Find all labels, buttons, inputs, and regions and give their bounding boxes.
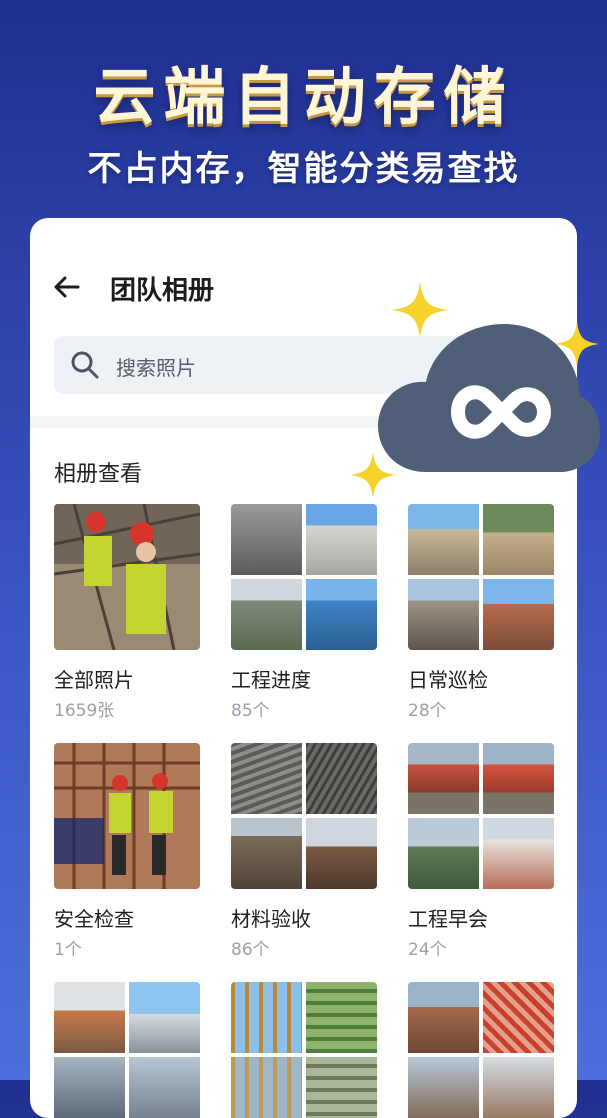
promo-headline: 云端自动存储	[93, 60, 514, 133]
promo-subheadline: 不占内存，智能分类易查找	[87, 149, 520, 189]
album-morning-meeting[interactable]: 工程早会 24个	[408, 743, 554, 963]
album-thumbnail	[231, 504, 377, 650]
search-placeholder: 搜索照片	[116, 356, 196, 380]
album-thumbnail	[231, 743, 377, 889]
album-name: 安全检查	[54, 907, 134, 931]
album-thumbnail	[231, 982, 377, 1118]
album-thumbnail	[408, 504, 554, 650]
sparkle-icon	[350, 452, 396, 502]
album-count: 86个	[231, 940, 270, 960]
album-progress[interactable]: 工程进度 85个	[231, 504, 377, 724]
album-thumbnail	[54, 504, 200, 650]
album-name: 材料验收	[231, 907, 311, 931]
album-count: 1659张	[54, 701, 115, 721]
album-name: 工程进度	[231, 668, 311, 692]
album-count: 85个	[231, 701, 270, 721]
album-thumbnail	[54, 982, 200, 1118]
section-title: 相册查看	[54, 462, 143, 487]
album-name: 全部照片	[54, 668, 134, 692]
album-row3-1[interactable]	[54, 982, 200, 1118]
arrow-left-icon[interactable]	[50, 270, 84, 304]
album-inspection[interactable]: 日常巡检 28个	[408, 504, 554, 724]
album-name: 日常巡检	[408, 668, 488, 692]
album-safety-check[interactable]: 安全检查 1个	[54, 743, 200, 963]
sparkle-icon	[555, 322, 599, 370]
page-title: 团队相册	[110, 276, 215, 306]
search-icon	[68, 348, 102, 382]
album-thumbnail	[408, 743, 554, 889]
album-thumbnail	[408, 982, 554, 1118]
album-count: 1个	[54, 940, 82, 960]
album-count: 24个	[408, 940, 447, 960]
album-row3-2[interactable]	[231, 982, 377, 1118]
album-all-photos[interactable]: 全部照片 1659张	[54, 504, 200, 724]
album-count: 28个	[408, 701, 447, 721]
album-row3-3[interactable]	[408, 982, 554, 1118]
album-thumbnail	[54, 743, 200, 889]
album-name: 工程早会	[408, 907, 488, 931]
album-material-acceptance[interactable]: 材料验收 86个	[231, 743, 377, 963]
sparkle-icon	[392, 282, 448, 342]
